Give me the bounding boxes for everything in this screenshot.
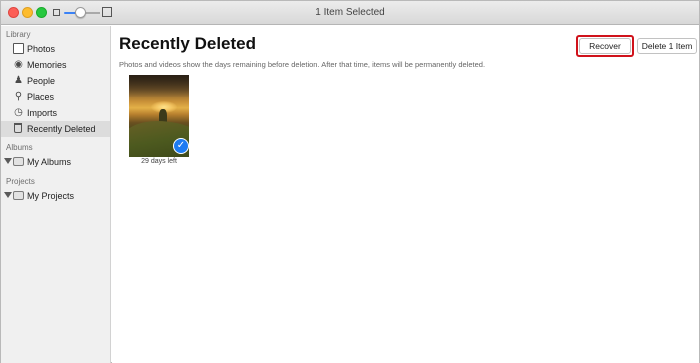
clock-icon: ◷	[14, 107, 23, 118]
photos-icon	[13, 43, 24, 54]
sidebar-item-label: My Albums	[27, 157, 72, 167]
sidebar-item-label: Memories	[27, 60, 67, 70]
section-label-projects: Projects	[6, 177, 35, 186]
days-left-label: 29 days left	[141, 158, 177, 165]
folder-icon	[13, 157, 24, 166]
thumbnail-sky	[129, 75, 189, 97]
delete-item-button[interactable]: Delete 1 Item	[637, 38, 697, 54]
pin-icon: ⚲	[14, 91, 23, 102]
sidebar-item-imports[interactable]: ◷ Imports	[1, 105, 110, 121]
sidebar-item-label: Imports	[27, 108, 58, 118]
disclosure-triangle-icon[interactable]	[4, 192, 12, 198]
sidebar-item-label: Places	[27, 92, 55, 102]
photos-window: 1 Item Selected Library Photos ◉ Memorie…	[0, 0, 700, 363]
sidebar-item-label: Recently Deleted	[27, 124, 96, 134]
folder-icon	[13, 191, 24, 200]
memories-icon: ◉	[14, 59, 23, 70]
title-bar: 1 Item Selected	[1, 1, 699, 25]
sidebar-item-recently-deleted[interactable]: Recently Deleted	[1, 121, 110, 137]
person-icon: ♟	[14, 75, 23, 86]
section-label-albums: Albums	[6, 143, 33, 152]
sidebar-item-my-albums[interactable]: My Albums	[1, 154, 110, 170]
deletion-description: Photos and videos show the days remainin…	[119, 60, 486, 69]
recover-button[interactable]: Recover	[579, 38, 631, 54]
sidebar: Library Photos ◉ Memories ♟ People ⚲ Pla…	[1, 26, 111, 363]
section-label-library: Library	[6, 30, 31, 39]
page-title: Recently Deleted	[119, 34, 256, 53]
selected-check-icon[interactable]: ✓	[173, 138, 189, 154]
window-title: 1 Item Selected	[315, 7, 385, 18]
sidebar-item-label: Photos	[27, 44, 56, 54]
sidebar-item-memories[interactable]: ◉ Memories	[1, 57, 110, 73]
sidebar-item-people[interactable]: ♟ People	[1, 73, 110, 89]
sidebar-item-label: People	[27, 76, 56, 86]
sidebar-item-places[interactable]: ⚲ Places	[1, 89, 110, 105]
disclosure-triangle-icon[interactable]	[4, 158, 12, 164]
sidebar-item-photos[interactable]: Photos	[1, 41, 110, 57]
sidebar-item-label: My Projects	[27, 191, 75, 201]
main-content: Recently Deleted Photos and videos show …	[112, 26, 699, 363]
trash-icon	[14, 123, 22, 133]
sidebar-item-my-projects[interactable]: My Projects	[1, 188, 110, 204]
